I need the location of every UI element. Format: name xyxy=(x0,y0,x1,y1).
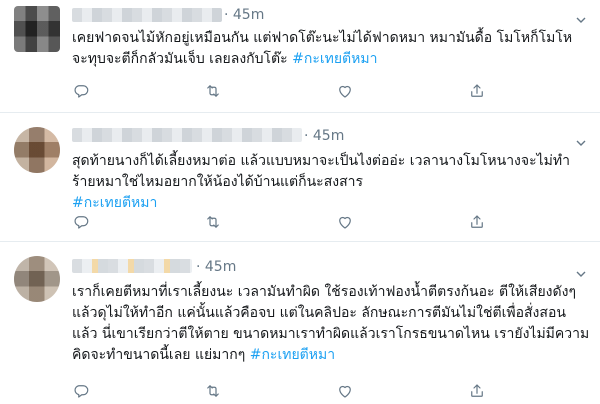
hashtag-link[interactable]: #กะเทยตีหมา xyxy=(72,193,587,214)
tweet-text-line: ร้ายหมาใช่ไหมอยากให้น้องได้บ้านแต่ก็นะสง… xyxy=(72,174,364,190)
blurred-username[interactable] xyxy=(72,128,302,142)
tweet-text: สุดท้ายนางก็ได้เลี้ยงหมาต่อ แล้วแบบหมาจะ… xyxy=(72,151,587,214)
tweet-timestamp[interactable]: · 45m xyxy=(196,259,236,275)
hashtag-link[interactable]: #กะเทยตีหมา xyxy=(292,51,377,67)
reply-icon[interactable] xyxy=(72,213,92,233)
blurred-username[interactable] xyxy=(72,259,192,273)
chevron-down-icon[interactable] xyxy=(576,10,586,23)
retweet-icon[interactable] xyxy=(204,82,224,102)
tweet-timestamp[interactable]: · 45m xyxy=(224,7,264,23)
chevron-down-icon[interactable] xyxy=(576,264,586,277)
tweet-text-line: แล้วดุไม่ให้ทำอีก แค่นั้นแล้วคือจบ แต่ใน… xyxy=(72,305,566,321)
tweet-actions xyxy=(72,382,572,402)
share-icon[interactable] xyxy=(468,382,488,402)
like-icon[interactable] xyxy=(336,213,356,233)
tweet-text-line: แล้ว นี่เขาเรียกว่าตีให้ตาย ขนาดหมาเราทำ… xyxy=(72,326,590,342)
retweet-icon[interactable] xyxy=(204,382,224,402)
tweet-text: เคยฟาดจนไม้หักอยู่เหมือนกัน แต่ฟาดโต๊ะนะ… xyxy=(72,28,587,70)
tweet-text-line: จะทุบจะตีก็กลัวมันเจ็บ เลยลงกับโต๊ะ #กะเ… xyxy=(72,51,378,67)
tweet-actions xyxy=(72,213,572,233)
share-icon[interactable] xyxy=(468,213,488,233)
tweet[interactable]: · 45m เราก็เคยตีหมาที่เราเลี้ยงนะ เวลามั… xyxy=(0,242,600,402)
share-icon[interactable] xyxy=(468,82,488,102)
tweet-text-line: เคยฟาดจนไม้หักอยู่เหมือนกัน แต่ฟาดโต๊ะนะ… xyxy=(72,30,573,46)
tweet-text-line: คิดจะทำขนาดนี้เลย แย่มากๆ #กะเทยตีหมา xyxy=(72,347,336,363)
avatar[interactable] xyxy=(14,127,60,173)
tweet-text-line: เราก็เคยตีหมาที่เราเลี้ยงนะ เวลามันทำผิด… xyxy=(72,284,576,300)
chevron-down-icon[interactable] xyxy=(576,133,586,146)
tweet-feed: · 45m เคยฟาดจนไม้หักอยู่เหมือนกัน แต่ฟาด… xyxy=(0,0,600,402)
avatar[interactable] xyxy=(14,6,60,52)
retweet-icon[interactable] xyxy=(204,213,224,233)
tweet-text-line: สุดท้ายนางก็ได้เลี้ยงหมาต่อ แล้วแบบหมาจะ… xyxy=(72,153,570,169)
tweet[interactable]: · 45m สุดท้ายนางก็ได้เลี้ยงหมาต่อ แล้วแบ… xyxy=(0,113,600,242)
tweet[interactable]: · 45m เคยฟาดจนไม้หักอยู่เหมือนกัน แต่ฟาด… xyxy=(0,0,600,113)
hashtag-link[interactable]: #กะเทยตีหมา xyxy=(250,347,335,363)
like-icon[interactable] xyxy=(336,382,356,402)
reply-icon[interactable] xyxy=(72,382,92,402)
tweet-text: เราก็เคยตีหมาที่เราเลี้ยงนะ เวลามันทำผิด… xyxy=(72,282,590,366)
reply-icon[interactable] xyxy=(72,82,92,102)
like-icon[interactable] xyxy=(336,82,356,102)
tweet-actions xyxy=(72,82,572,102)
tweet-timestamp[interactable]: · 45m xyxy=(304,128,344,144)
blurred-username[interactable] xyxy=(72,8,222,22)
avatar[interactable] xyxy=(14,256,60,302)
